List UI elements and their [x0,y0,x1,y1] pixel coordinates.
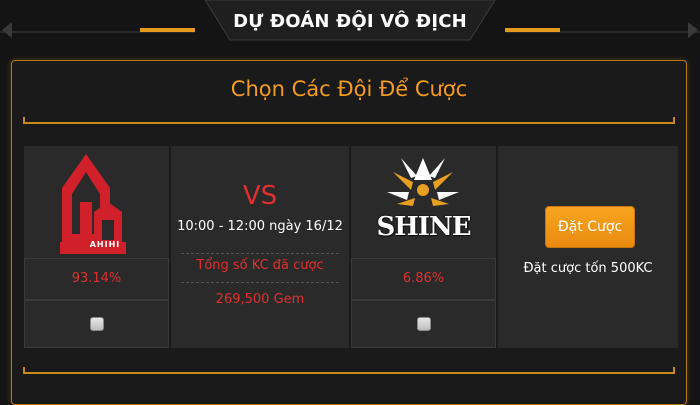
divider [181,282,339,283]
total-bet-label: Tổng số KC đã cược [196,258,324,273]
divider [181,253,339,254]
vs-label: VS [242,181,278,211]
match-info-cell: VS 10:00 - 12:00 ngày 16/12 Tổng số KC đ… [171,146,349,348]
team-b-percent-cell: 6.86% [351,258,496,300]
total-bet-value: 269,500 Gem [215,292,305,307]
page-title: DỰ ĐOÁN ĐỘI VÔ ĐỊCH [233,11,467,32]
bottom-divider [23,367,675,374]
panel-title: Chọn Các Đội Để Cược [230,77,468,101]
place-bet-button[interactable]: Đặt Cược [545,206,635,248]
match-time: 10:00 - 12:00 ngày 16/12 [177,219,343,234]
bet-cost-text: Đặt cược tốn 500KC [523,261,653,276]
team-a-percent-cell: 93.14% [24,258,169,300]
team-a-percent: 93.14% [71,271,122,286]
team-a-logo-text: AHIHI [89,240,121,249]
bet-panel: Chọn Các Đội Để Cược AHIHI 93.14% VS 10:… [11,60,687,405]
team-a-checkbox[interactable] [90,317,104,331]
team-a-select-cell [24,300,169,348]
team-b-select-cell [351,300,496,348]
bet-action-cell: Đặt Cược Đặt cược tốn 500KC [498,146,678,348]
title-divider [23,117,675,124]
team-b-percent: 6.86% [402,271,445,286]
top-header: DỰ ĐOÁN ĐỘI VÔ ĐỊCH [0,0,700,42]
team-b-logo-text: SHINE [376,212,471,242]
team-b-checkbox[interactable] [417,317,431,331]
team-a-logo-cell: AHIHI [24,146,169,258]
team-b-logo-cell: SHINE [351,146,496,258]
